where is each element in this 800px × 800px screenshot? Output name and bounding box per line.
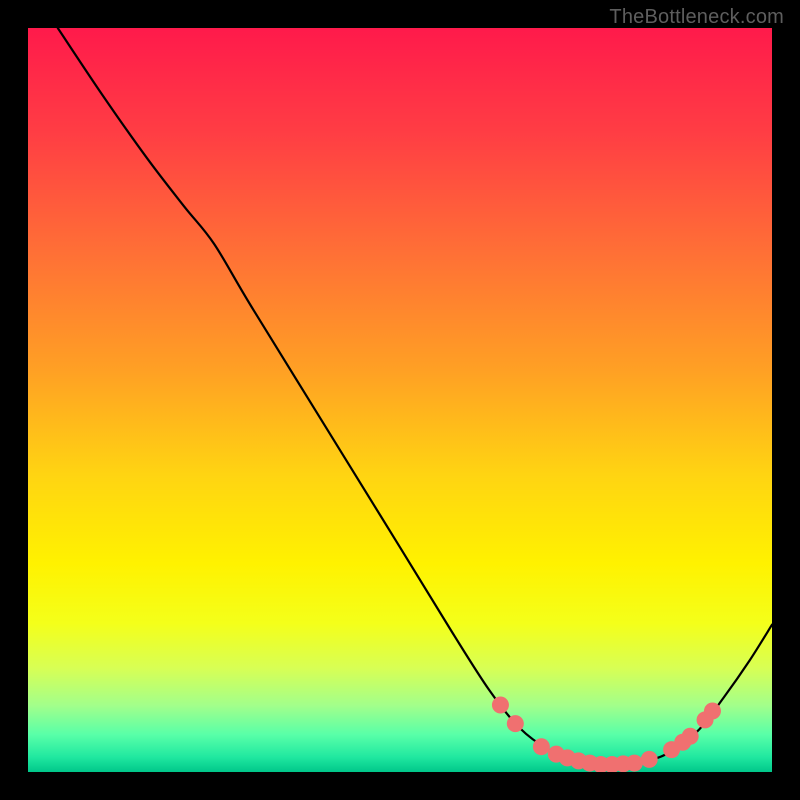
data-marker <box>626 755 643 772</box>
data-marker <box>492 697 509 714</box>
plot-area <box>28 28 772 772</box>
data-marker <box>507 715 524 732</box>
chart-svg <box>28 28 772 772</box>
gradient-background <box>28 28 772 772</box>
chart-frame: TheBottleneck.com <box>0 0 800 800</box>
attribution-text: TheBottleneck.com <box>609 6 784 29</box>
data-marker <box>641 751 658 768</box>
data-marker <box>704 702 721 719</box>
data-marker <box>682 728 699 745</box>
data-marker <box>533 738 550 755</box>
